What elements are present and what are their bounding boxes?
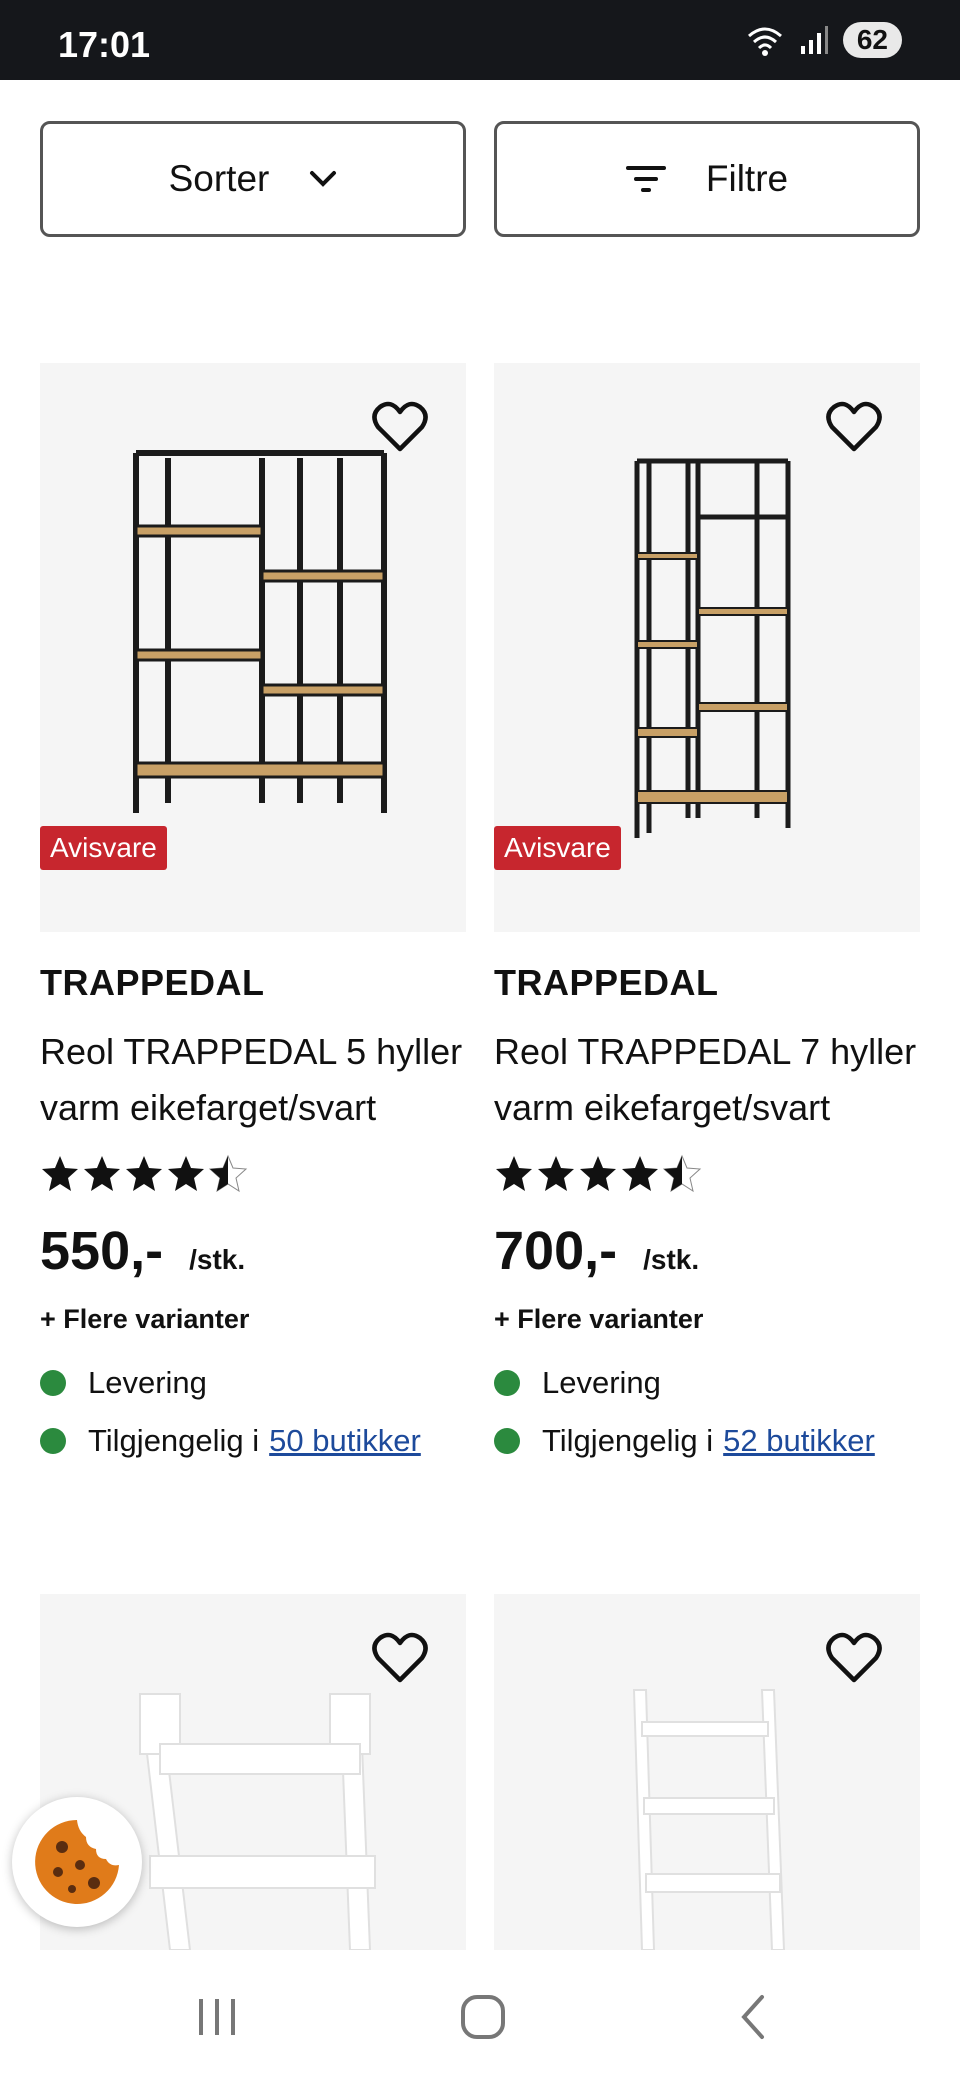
filter-label: Filtre	[705, 158, 789, 199]
cookie-icon	[35, 1820, 120, 1904]
filter-button[interactable]: Filtre	[494, 121, 920, 237]
home-icon[interactable]	[460, 1994, 506, 2040]
availability-label: Tilgjengelig i	[542, 1423, 714, 1458]
more-variants[interactable]: + Flere varianter	[494, 1304, 920, 1335]
status-time: 17:01	[58, 24, 151, 65]
system-nav-bar	[0, 1950, 960, 2080]
status-dot-icon	[40, 1370, 66, 1396]
wifi-icon	[747, 27, 782, 56]
product-title[interactable]: Reol TRAPPEDAL 7 hyller varm eikefarget/…	[494, 1024, 920, 1136]
product-image[interactable]: Avisvare	[494, 363, 920, 932]
sort-button[interactable]: Sorter	[40, 121, 466, 237]
product-price: 700,- /stk.	[494, 1220, 920, 1282]
product-title[interactable]: Reol TRAPPEDAL 5 hyller varm eikefarget/…	[40, 1024, 466, 1136]
delivery-label: Levering	[88, 1365, 207, 1400]
status-dot-icon	[40, 1428, 66, 1454]
heart-icon[interactable]	[826, 1632, 882, 1684]
rating-stars	[494, 1154, 920, 1194]
price-unit: /stk.	[643, 1244, 700, 1275]
price-unit: /stk.	[189, 1244, 246, 1275]
heart-icon[interactable]	[826, 401, 882, 453]
stores-link[interactable]: 50 butikker	[269, 1423, 421, 1459]
heart-icon[interactable]	[372, 1632, 428, 1684]
delivery-status: Levering	[494, 1365, 920, 1401]
cookie-settings-button[interactable]	[12, 1797, 142, 1927]
product-card[interactable]	[494, 1594, 920, 1950]
product-price: 550,- /stk.	[40, 1220, 466, 1282]
heart-icon[interactable]	[372, 401, 428, 453]
status-icons: 62	[745, 22, 902, 58]
recent-apps-icon[interactable]	[195, 1995, 239, 2039]
stores-link[interactable]: 52 butikker	[723, 1423, 875, 1459]
signal-icon	[800, 26, 828, 54]
price-amount: 550,-	[40, 1221, 164, 1281]
product-card[interactable]: Avisvare TRAPPEDAL Reol TRAPPEDAL 5 hyll…	[40, 363, 466, 1459]
product-brand: TRAPPEDAL	[494, 962, 719, 1003]
delivery-status: Levering	[40, 1365, 466, 1401]
store-availability: Tilgjengelig i 52 butikker	[494, 1423, 920, 1459]
filter-icon	[625, 166, 666, 192]
rating-stars	[40, 1154, 466, 1194]
product-image[interactable]	[494, 1594, 920, 1950]
chevron-down-icon	[310, 171, 337, 187]
product-brand: TRAPPEDAL	[40, 962, 265, 1003]
status-bar: 17:01 62	[0, 0, 960, 80]
product-image[interactable]: Avisvare	[40, 363, 466, 932]
delivery-label: Levering	[542, 1365, 661, 1400]
availability-label: Tilgjengelig i	[88, 1423, 260, 1458]
promo-badge: Avisvare	[494, 826, 621, 870]
battery-indicator: 62	[842, 22, 902, 58]
promo-badge: Avisvare	[40, 826, 167, 870]
status-dot-icon	[494, 1370, 520, 1396]
status-dot-icon	[494, 1428, 520, 1454]
sort-label: Sorter	[168, 158, 270, 199]
product-card[interactable]: Avisvare TRAPPEDAL Reol TRAPPEDAL 7 hyll…	[494, 363, 920, 1459]
store-availability: Tilgjengelig i 50 butikker	[40, 1423, 466, 1459]
price-amount: 700,-	[494, 1221, 618, 1281]
back-icon[interactable]	[738, 1994, 768, 2040]
more-variants[interactable]: + Flere varianter	[40, 1304, 466, 1335]
